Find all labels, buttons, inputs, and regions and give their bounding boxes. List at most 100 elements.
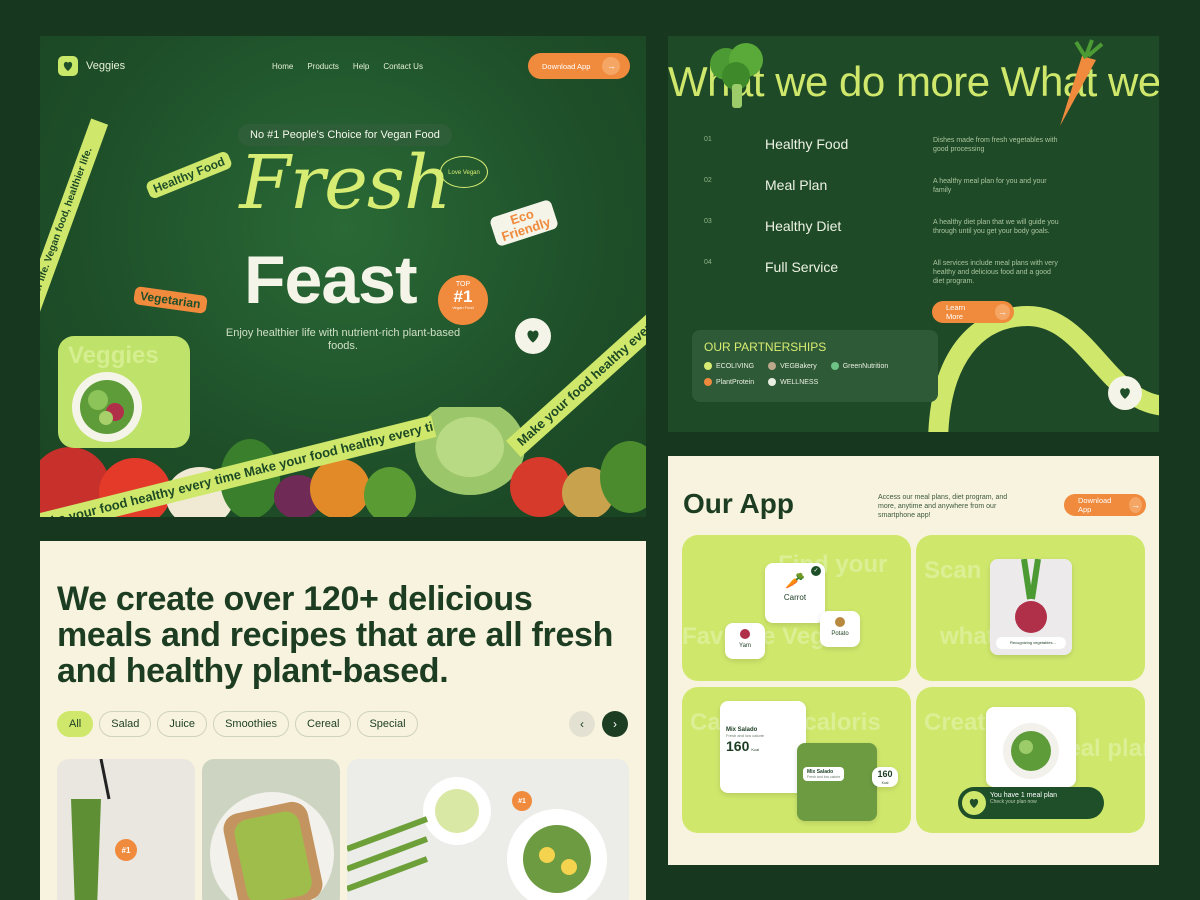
partnerships-box: OUR PARTNERSHIPS ECOLIVING VEGBakery Gre…	[692, 330, 938, 402]
badge-sub: Vegan Food	[452, 305, 474, 310]
arrow-right-icon: →	[602, 57, 621, 75]
next-button[interactable]: ›	[602, 711, 628, 737]
partner-logos: ECOLIVING VEGBakery GreenNutrition Plant…	[704, 362, 928, 386]
salad-bowl-image	[1003, 723, 1059, 779]
brand-logo[interactable]: Veggies	[58, 56, 125, 76]
meal-plan-notice[interactable]: You have 1 meal plan Check your plan now	[958, 787, 1104, 819]
learn-more-label: Learn More	[946, 303, 966, 321]
carrot-image	[1060, 39, 1104, 126]
arrow-right-icon: →	[1129, 497, 1142, 513]
filter-juice[interactable]: Juice	[157, 711, 208, 737]
partner-logo[interactable]: VEGBakery	[768, 362, 817, 370]
broccoli-image	[710, 43, 763, 108]
partnerships-title: OUR PARTNERSHIPS	[704, 340, 827, 354]
learn-more-button[interactable]: Learn More →	[932, 301, 1014, 323]
meal-card-juice[interactable]: #1	[57, 759, 195, 900]
download-app-label: Download App	[542, 61, 591, 71]
asparagus-salad-image	[347, 777, 607, 900]
potato-icon	[835, 617, 845, 627]
service-item[interactable]: 02 Meal Plan A healthy meal plan for you…	[704, 177, 1124, 207]
greennutrition-icon	[830, 362, 839, 370]
dish-label: Mix Salado Fresh and low calorie	[803, 767, 845, 781]
service-title: Healthy Diet	[765, 218, 842, 234]
dish-unit: Kcal	[751, 747, 760, 752]
filter-salad[interactable]: Salad	[99, 711, 152, 737]
main-nav: Home Products Help Contact Us	[272, 62, 423, 71]
service-number: 01	[704, 136, 712, 143]
rank-badge: #1	[512, 791, 532, 811]
nav-products[interactable]: Products	[307, 62, 339, 71]
service-description: All services include meal plans with ver…	[933, 260, 1058, 285]
hero-subtitle: Enjoy healthier life with nutrient-rich …	[225, 327, 461, 352]
partner-logo[interactable]: WELLNESS	[768, 378, 818, 386]
badge-number: #1	[453, 287, 473, 306]
heart-badge-icon	[1108, 376, 1142, 410]
meals-heading: We create over 120+ delicious meals and …	[57, 580, 614, 690]
filter-special[interactable]: Special	[357, 711, 418, 737]
service-title: Meal Plan	[765, 177, 828, 193]
service-number: 02	[704, 177, 712, 184]
meal-plan-preview[interactable]	[986, 707, 1076, 787]
plantprotein-icon	[704, 378, 712, 386]
avocado-toast-image	[210, 792, 334, 900]
service-number: 03	[704, 218, 712, 225]
download-app-label: Download App	[1078, 496, 1112, 514]
filter-all[interactable]: All	[57, 711, 94, 737]
app-heading: Our App	[683, 488, 794, 519]
partner-logo[interactable]: PlantProtein	[704, 378, 754, 386]
service-description: Dishes made from fresh vegetables with g…	[933, 137, 1058, 153]
prev-button[interactable]: ‹	[569, 711, 595, 737]
service-title: Full Service	[765, 259, 839, 275]
dish-card[interactable]: Mix Salado Fresh and low calorie 160 Kca…	[720, 701, 806, 793]
dish-unit: Kcal	[881, 781, 889, 785]
card-watermark: Veggies	[68, 342, 159, 369]
meal-card-bowl[interactable]: #1	[347, 759, 629, 900]
partner-name: PlantProtein	[716, 378, 755, 386]
love-vegan-bubble: Love Vegan	[440, 156, 488, 188]
download-app-button[interactable]: Download App →	[528, 53, 630, 79]
service-description: A healthy diet plan that we will guide y…	[933, 219, 1059, 235]
app-panel: Our App Access our meal plans, diet prog…	[668, 456, 1159, 865]
partner-name: WELLNESS	[780, 378, 819, 386]
hero-title-script: Fresh	[239, 140, 451, 226]
partner-name: ECOLIVING	[716, 362, 755, 370]
leaf-heart-icon	[58, 56, 78, 76]
ecoliving-icon	[704, 362, 712, 370]
yam-item[interactable]: Yam	[725, 623, 765, 659]
yam-icon	[740, 629, 750, 639]
nav-home[interactable]: Home	[272, 62, 293, 71]
hero-title-bold: Feast	[244, 242, 418, 318]
dish-card[interactable]: Mix Salado Fresh and low calorie	[797, 743, 877, 821]
partner-name: VEGBakery	[780, 362, 817, 370]
service-item[interactable]: 04 Full Service All services include mea…	[704, 259, 1124, 289]
nav-contact[interactable]: Contact Us	[383, 62, 423, 71]
arrow-right-icon: →	[994, 304, 1010, 320]
leaf-heart-icon	[962, 791, 986, 815]
service-item[interactable]: 03 Healthy Diet A healthy diet plan that…	[704, 218, 1124, 248]
hero-salad-card: Veggies	[58, 336, 190, 448]
dish-kcal: 160	[877, 769, 893, 779]
filter-smoothies[interactable]: Smoothies	[213, 711, 290, 737]
filter-cereal[interactable]: Cereal	[295, 711, 352, 737]
service-title: Healthy Food	[765, 136, 849, 152]
app-feature-favorites: Find your Favorite Vegan 🥕 Carrot ✓ Yam …	[682, 535, 911, 681]
top-vegan-badge: TOP #1 Vegan Food	[438, 275, 488, 325]
app-feature-meal-plan: Create meal plan You have 1 meal plan Ch…	[916, 687, 1145, 833]
green-juice-image	[71, 759, 111, 900]
download-app-button[interactable]: Download App →	[1064, 494, 1146, 516]
vegbakery-icon	[768, 362, 777, 370]
app-feature-scan: Scan what ables Recognizing vegetables..…	[916, 535, 1145, 681]
partner-name: GreenNutrition	[842, 362, 889, 370]
brand-name: Veggies	[86, 60, 126, 72]
rank-badge: #1	[115, 839, 137, 861]
potato-item[interactable]: Potato	[820, 611, 860, 647]
hero-panel: Make your food healthy every time Make y…	[40, 36, 646, 517]
scan-preview[interactable]: Recognizing vegetables...	[990, 559, 1072, 655]
item-label: Potato	[831, 631, 849, 637]
partner-logo[interactable]: GreenNutrition	[830, 362, 889, 370]
service-item[interactable]: 01 Healthy Food Dishes made from fresh v…	[704, 136, 1124, 166]
partner-logo[interactable]: ECOLIVING	[704, 362, 754, 370]
meal-card-toast[interactable]	[202, 759, 340, 900]
nav-help[interactable]: Help	[353, 62, 369, 71]
check-icon: ✓	[811, 566, 821, 576]
